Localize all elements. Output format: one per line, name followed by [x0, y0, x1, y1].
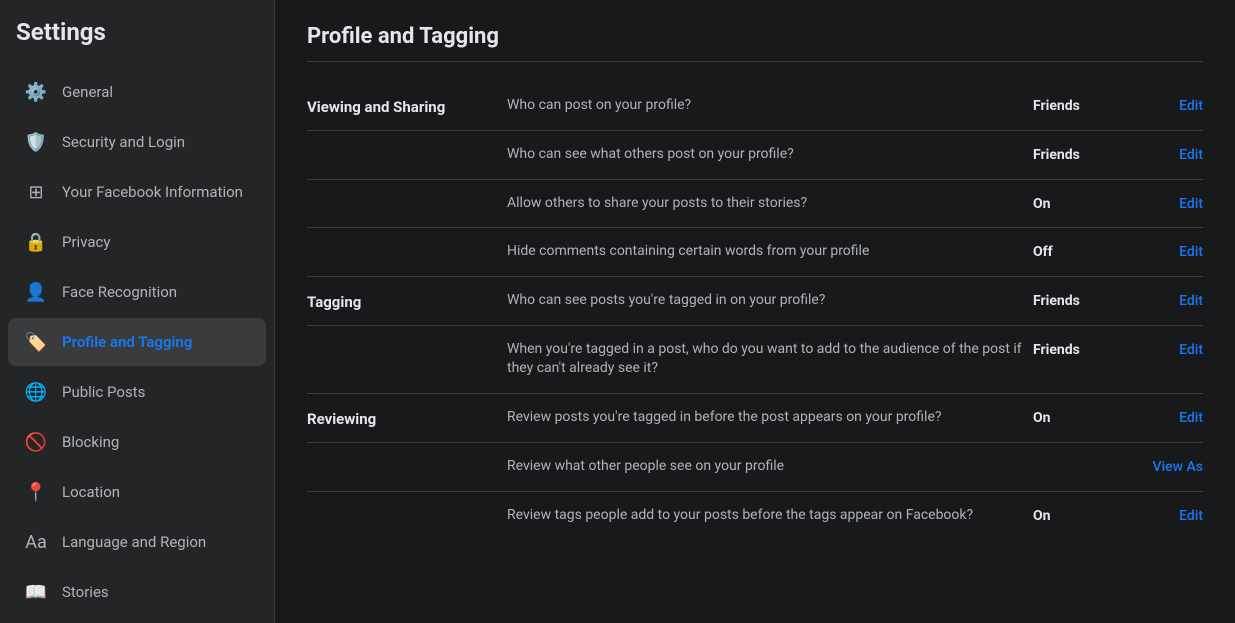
- blocking-icon: 🚫: [22, 428, 50, 456]
- security-label: Security and Login: [62, 133, 185, 151]
- action-link-edit[interactable]: Edit: [1179, 508, 1203, 524]
- row-description: Who can see what others post on your pro…: [507, 145, 1033, 165]
- sidebar-item-language-region[interactable]: Aa Language and Region: [8, 518, 266, 566]
- row-value: Friends: [1033, 145, 1133, 163]
- face-recognition-icon: 👤: [22, 278, 50, 306]
- general-label: General: [62, 83, 113, 101]
- sidebar-title: Settings: [0, 0, 274, 60]
- row-description: When you're tagged in a post, who do you…: [507, 340, 1033, 379]
- profile-tagging-label: Profile and Tagging: [62, 333, 192, 351]
- privacy-icon: 🔒: [22, 228, 50, 256]
- sidebar-item-profile-tagging[interactable]: 🏷️ Profile and Tagging: [8, 318, 266, 366]
- row-action: Edit: [1133, 506, 1203, 524]
- sidebar-item-face-recognition[interactable]: 👤 Face Recognition: [8, 268, 266, 316]
- sidebar-item-journalist-resources[interactable]: 🏛️Journalist Resources: [8, 618, 266, 623]
- row-action: Edit: [1133, 96, 1203, 114]
- row-description: Hide comments containing certain words f…: [507, 242, 1033, 262]
- sidebar-item-facebook-info[interactable]: ⊞ Your Facebook Information: [8, 168, 266, 216]
- facebook-info-icon: ⊞: [22, 178, 50, 206]
- language-region-icon: Aa: [22, 528, 50, 556]
- facebook-info-label: Your Facebook Information: [62, 183, 243, 201]
- section-header-reviewing: [307, 457, 507, 459]
- sidebar-item-location[interactable]: 📍 Location: [8, 468, 266, 516]
- sidebar-item-security[interactable]: 🛡️ Security and Login: [8, 118, 266, 166]
- section-header-reviewing: [307, 506, 507, 508]
- row-description: Allow others to share your posts to thei…: [507, 194, 1033, 214]
- table-row: Review tags people add to your posts bef…: [307, 492, 1203, 540]
- action-link-edit[interactable]: Edit: [1179, 147, 1203, 163]
- row-description: Who can see posts you're tagged in on yo…: [507, 291, 1033, 311]
- row-value: [1033, 457, 1133, 459]
- row-value: On: [1033, 506, 1133, 524]
- privacy-label: Privacy: [62, 233, 110, 251]
- row-value: On: [1033, 408, 1133, 426]
- row-value: Friends: [1033, 340, 1133, 358]
- section-header-viewing-and-sharing: [307, 145, 507, 147]
- table-row: TaggingWho can see posts you're tagged i…: [307, 277, 1203, 326]
- action-link-edit[interactable]: Edit: [1179, 196, 1203, 212]
- blocking-label: Blocking: [62, 433, 119, 451]
- row-value: Friends: [1033, 291, 1133, 309]
- section-header-reviewing: Reviewing: [307, 408, 507, 428]
- row-value: Off: [1033, 242, 1133, 260]
- action-link-edit[interactable]: Edit: [1179, 410, 1203, 426]
- action-link-view-as[interactable]: View As: [1153, 459, 1203, 475]
- stories-label: Stories: [62, 583, 109, 601]
- row-action: Edit: [1133, 291, 1203, 309]
- sidebar-item-stories[interactable]: 📖 Stories: [8, 568, 266, 616]
- row-description: Review posts you're tagged in before the…: [507, 408, 1033, 428]
- sidebar-item-blocking[interactable]: 🚫 Blocking: [8, 418, 266, 466]
- row-action: Edit: [1133, 145, 1203, 163]
- row-action: Edit: [1133, 408, 1203, 426]
- section-header-tagging: Tagging: [307, 291, 507, 311]
- row-description: Who can post on your profile?: [507, 96, 1033, 116]
- main-content: Profile and Tagging Viewing and SharingW…: [275, 0, 1235, 623]
- section-header-viewing-and-sharing: [307, 242, 507, 244]
- table-row: When you're tagged in a post, who do you…: [307, 326, 1203, 394]
- table-row: ReviewingReview posts you're tagged in b…: [307, 394, 1203, 443]
- face-recognition-label: Face Recognition: [62, 283, 177, 301]
- location-label: Location: [62, 483, 120, 501]
- action-link-edit[interactable]: Edit: [1179, 98, 1203, 114]
- profile-tagging-icon: 🏷️: [22, 328, 50, 356]
- action-link-edit[interactable]: Edit: [1179, 293, 1203, 309]
- table-row: Who can see what others post on your pro…: [307, 131, 1203, 180]
- public-posts-icon: 🌐: [22, 378, 50, 406]
- row-action: Edit: [1133, 340, 1203, 358]
- section-header-tagging: [307, 340, 507, 342]
- row-description: Review tags people add to your posts bef…: [507, 506, 1033, 526]
- row-description: Review what other people see on your pro…: [507, 457, 1033, 477]
- security-icon: 🛡️: [22, 128, 50, 156]
- table-row: Review what other people see on your pro…: [307, 443, 1203, 492]
- stories-icon: 📖: [22, 578, 50, 606]
- table-row: Viewing and SharingWho can post on your …: [307, 82, 1203, 131]
- table-row: Hide comments containing certain words f…: [307, 228, 1203, 277]
- table-row: Allow others to share your posts to thei…: [307, 180, 1203, 229]
- sidebar: Settings ⚙️ General 🛡️ Security and Login ⊞ Y…: [0, 0, 275, 623]
- public-posts-label: Public Posts: [62, 383, 145, 401]
- action-link-edit[interactable]: Edit: [1179, 244, 1203, 260]
- section-header-viewing-and-sharing: Viewing and Sharing: [307, 96, 507, 116]
- section-header-viewing-and-sharing: [307, 194, 507, 196]
- row-action: Edit: [1133, 194, 1203, 212]
- page-title: Profile and Tagging: [307, 24, 1203, 62]
- general-icon: ⚙️: [22, 78, 50, 106]
- row-value: On: [1033, 194, 1133, 212]
- row-action: Edit: [1133, 242, 1203, 260]
- action-link-edit[interactable]: Edit: [1179, 342, 1203, 358]
- location-icon: 📍: [22, 478, 50, 506]
- sidebar-item-privacy[interactable]: 🔒 Privacy: [8, 218, 266, 266]
- sidebar-item-public-posts[interactable]: 🌐 Public Posts: [8, 368, 266, 416]
- settings-section: Viewing and SharingWho can post on your …: [307, 82, 1203, 539]
- language-region-label: Language and Region: [62, 533, 206, 551]
- row-action: View As: [1133, 457, 1203, 475]
- row-value: Friends: [1033, 96, 1133, 114]
- sidebar-item-general[interactable]: ⚙️ General: [8, 68, 266, 116]
